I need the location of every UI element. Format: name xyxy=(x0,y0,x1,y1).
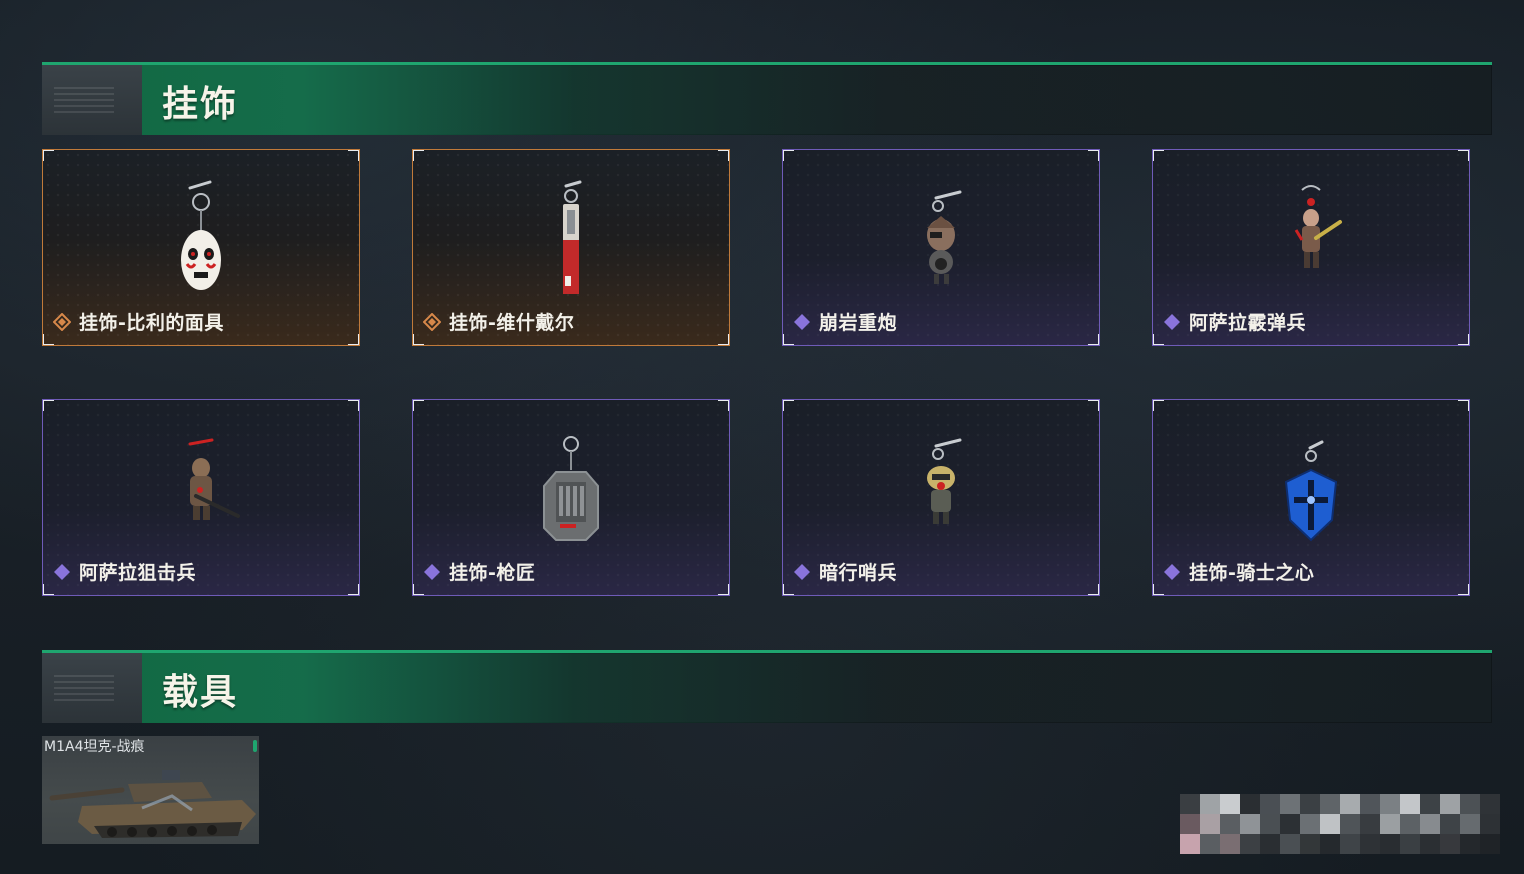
charm-name: 阿萨拉狙击兵 xyxy=(79,562,197,584)
vehicle-name: M1A4坦克-战痕 xyxy=(44,739,145,755)
section-header-stub xyxy=(42,653,142,723)
sentry-figure-charm-icon xyxy=(927,438,962,524)
charm-card[interactable]: 崩岩重炮 xyxy=(782,149,1100,346)
charm-card[interactable]: 阿萨拉狙击兵 xyxy=(42,399,360,596)
section-title: 挂饰 xyxy=(162,84,239,125)
charm-card[interactable]: 挂饰-比利的面具 xyxy=(42,149,360,346)
section-header-stub xyxy=(42,65,142,135)
charm-card[interactable]: 阿萨拉霰弹兵 xyxy=(1152,149,1470,346)
charm-card[interactable]: 挂饰-骑士之心 xyxy=(1152,399,1470,596)
red-blade-charm-icon xyxy=(563,180,582,294)
vehicle-card-indicator xyxy=(253,740,257,752)
purple-rarity-icon xyxy=(1164,563,1180,580)
purple-rarity-icon xyxy=(54,563,70,580)
gun-case-charm-icon xyxy=(543,436,599,541)
charm-name: 阿萨拉霰弹兵 xyxy=(1189,312,1307,334)
heavy-gunner-figure-charm-icon xyxy=(927,190,962,284)
knight-heart-shield-charm-icon xyxy=(1284,440,1338,542)
vehicle-card[interactable]: M1A4坦克-战痕 xyxy=(42,736,259,844)
orange-rarity-diamond-icon xyxy=(53,312,71,331)
charm-name: 崩岩重炮 xyxy=(819,312,898,334)
orange-rarity-diamond-icon xyxy=(423,312,441,331)
charm-card[interactable]: 挂饰-维什戴尔 xyxy=(412,149,730,346)
section-header-vehicles: 载具 xyxy=(42,650,1492,723)
charm-name: 挂饰-维什戴尔 xyxy=(449,312,575,334)
purple-rarity-icon xyxy=(794,313,810,330)
charm-card[interactable]: 挂饰-枪匠 xyxy=(412,399,730,596)
section-header-band xyxy=(142,65,1492,135)
shotgunner-figure-charm-icon xyxy=(1294,185,1342,268)
sniper-figure-charm-icon xyxy=(188,438,240,520)
purple-rarity-icon xyxy=(1164,313,1180,330)
purple-rarity-icon xyxy=(424,563,440,580)
charm-name: 挂饰-比利的面具 xyxy=(79,312,224,334)
charm-name: 暗行哨兵 xyxy=(819,562,898,584)
charm-name: 挂饰-骑士之心 xyxy=(1189,562,1315,584)
charm-name: 挂饰-枪匠 xyxy=(449,562,536,584)
section-header-band xyxy=(142,653,1492,723)
charm-card[interactable]: 暗行哨兵 xyxy=(782,399,1100,596)
tank-icon xyxy=(49,770,256,838)
purple-rarity-icon xyxy=(794,563,810,580)
section-title: 载具 xyxy=(162,672,239,713)
section-header-charms: 挂饰 xyxy=(42,62,1492,135)
jigsaw-mask-charm-icon xyxy=(181,180,221,290)
pixelated-watermark xyxy=(1180,794,1500,854)
